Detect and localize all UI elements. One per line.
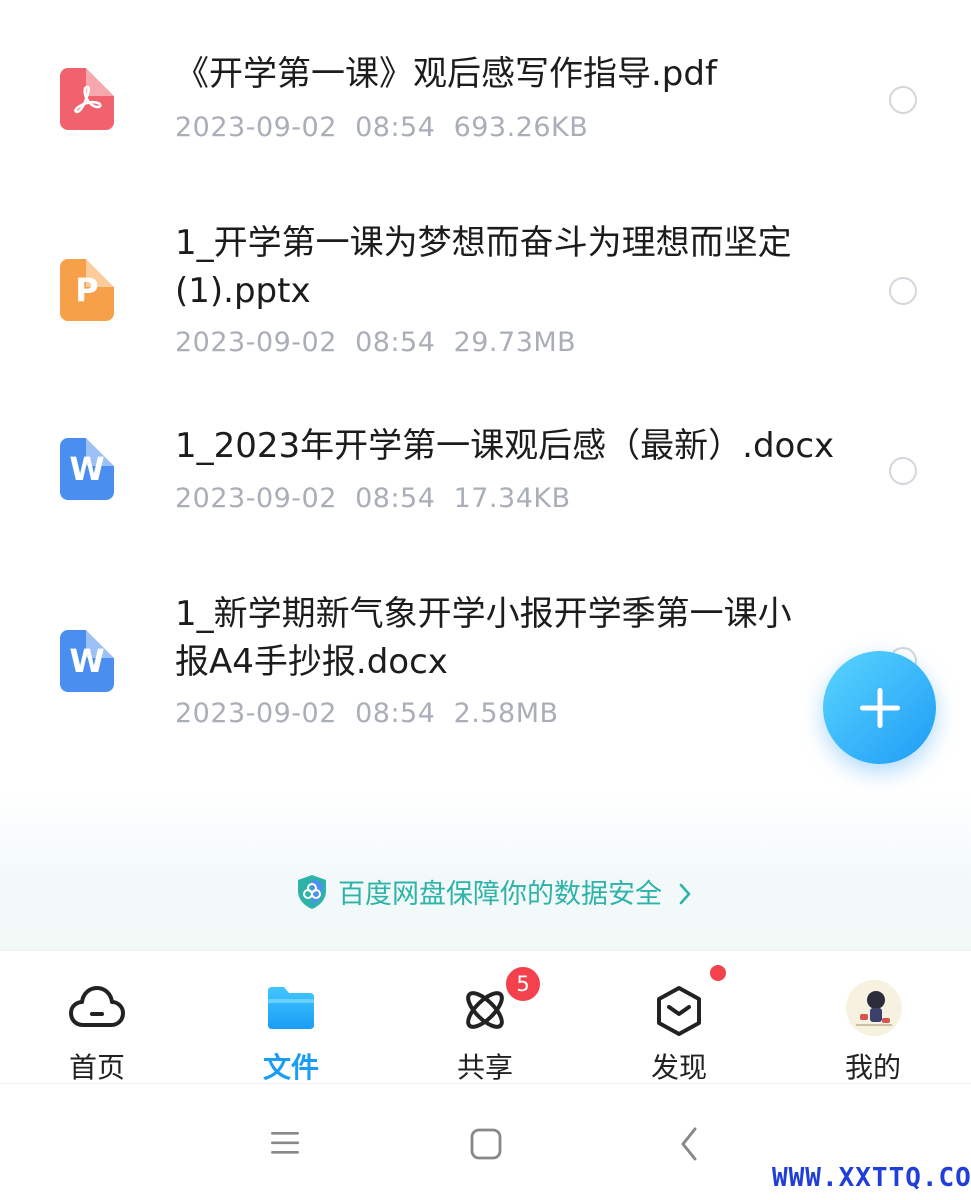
tab-home[interactable]: 首页 — [0, 951, 194, 1084]
file-meta: 2023-09-02 08:54 693.26KB — [175, 112, 588, 143]
file-name: 1_新学期新气象开学小报开学季第一课小报A4手抄报.docx — [175, 594, 792, 682]
back-chevron-icon[interactable] — [678, 1126, 700, 1162]
tab-home-label: 首页 — [68, 1051, 125, 1084]
select-radio[interactable] — [889, 86, 917, 114]
security-banner-link[interactable]: 百度网盘保障你的数据安全 — [338, 872, 693, 911]
menu-icon[interactable] — [270, 1130, 300, 1156]
bottom-nav: 首页 文件 5 共享 发现 我的 — [0, 950, 971, 1084]
tab-discover[interactable]: 发现 — [582, 951, 776, 1084]
add-button[interactable] — [823, 651, 936, 764]
file-meta: 2023-09-02 08:54 29.73MB — [175, 327, 576, 358]
file-time: 08:54 — [355, 112, 436, 143]
acrobat-glyph-icon — [74, 85, 102, 114]
ppt-file-icon: P — [60, 259, 114, 321]
folder-icon — [268, 987, 314, 1029]
cloud-icon — [69, 986, 125, 1027]
tab-share-label: 共享 — [456, 1051, 513, 1084]
tab-files-label: 文件 — [262, 1051, 319, 1084]
file-date: 2023-09-02 — [175, 483, 337, 514]
avatar-icon[interactable] — [846, 980, 902, 1036]
plus-icon — [859, 687, 900, 728]
avatar-illustration — [856, 991, 892, 1026]
atom-icon — [466, 991, 504, 1029]
file-size: 693.26KB — [453, 112, 589, 143]
file-meta: 2023-09-02 08:54 17.34KB — [175, 483, 571, 514]
file-size: 29.73MB — [453, 327, 577, 358]
file-name: 1_2023年开学第一课观后感（最新）.docx — [175, 426, 835, 466]
file-time: 08:54 — [355, 327, 436, 358]
cube-icon — [657, 986, 701, 1036]
pdf-file-icon — [60, 68, 114, 130]
file-date: 2023-09-02 — [175, 327, 337, 358]
file-size: 2.58MB — [453, 698, 559, 729]
tab-discover-label: 发现 — [650, 1051, 707, 1084]
file-name: 《开学第一课》观后感写作指导.pdf — [175, 54, 717, 94]
shield-icon — [298, 875, 326, 909]
file-meta: 2023-09-02 08:54 2.58MB — [175, 698, 559, 729]
home-square-icon[interactable] — [470, 1128, 502, 1160]
word-file-icon: W — [60, 438, 114, 500]
select-radio[interactable] — [889, 277, 917, 305]
file-size: 17.34KB — [453, 483, 571, 514]
file-date: 2023-09-02 — [175, 698, 337, 729]
tab-share[interactable]: 5 共享 — [388, 951, 582, 1084]
word-glyph: W — [69, 450, 105, 488]
file-date: 2023-09-02 — [175, 112, 337, 143]
select-radio[interactable] — [889, 457, 917, 485]
word-file-icon: W — [60, 630, 114, 692]
security-banner-background — [0, 790, 971, 950]
word-glyph: W — [69, 642, 105, 680]
watermark-text: WWW.XXTTQ.COM — [772, 1163, 971, 1193]
screen: 《开学第一课》观后感写作指导.pdf 2023-09-02 08:54 693.… — [0, 0, 971, 1200]
ppt-glyph: P — [75, 271, 99, 309]
tab-me-label: 我的 — [844, 1051, 901, 1084]
file-name: 1_开学第一课为梦想而奋斗为理想而坚定(1).pptx — [175, 223, 792, 311]
security-banner-text: 百度网盘保障你的数据安全 — [338, 879, 662, 910]
file-time: 08:54 — [355, 483, 436, 514]
file-time: 08:54 — [355, 698, 436, 729]
chevron-right-icon — [679, 883, 690, 905]
share-badge: 5 — [504, 965, 542, 1003]
tab-files[interactable]: 文件 — [194, 951, 388, 1084]
discover-dot — [710, 965, 726, 981]
